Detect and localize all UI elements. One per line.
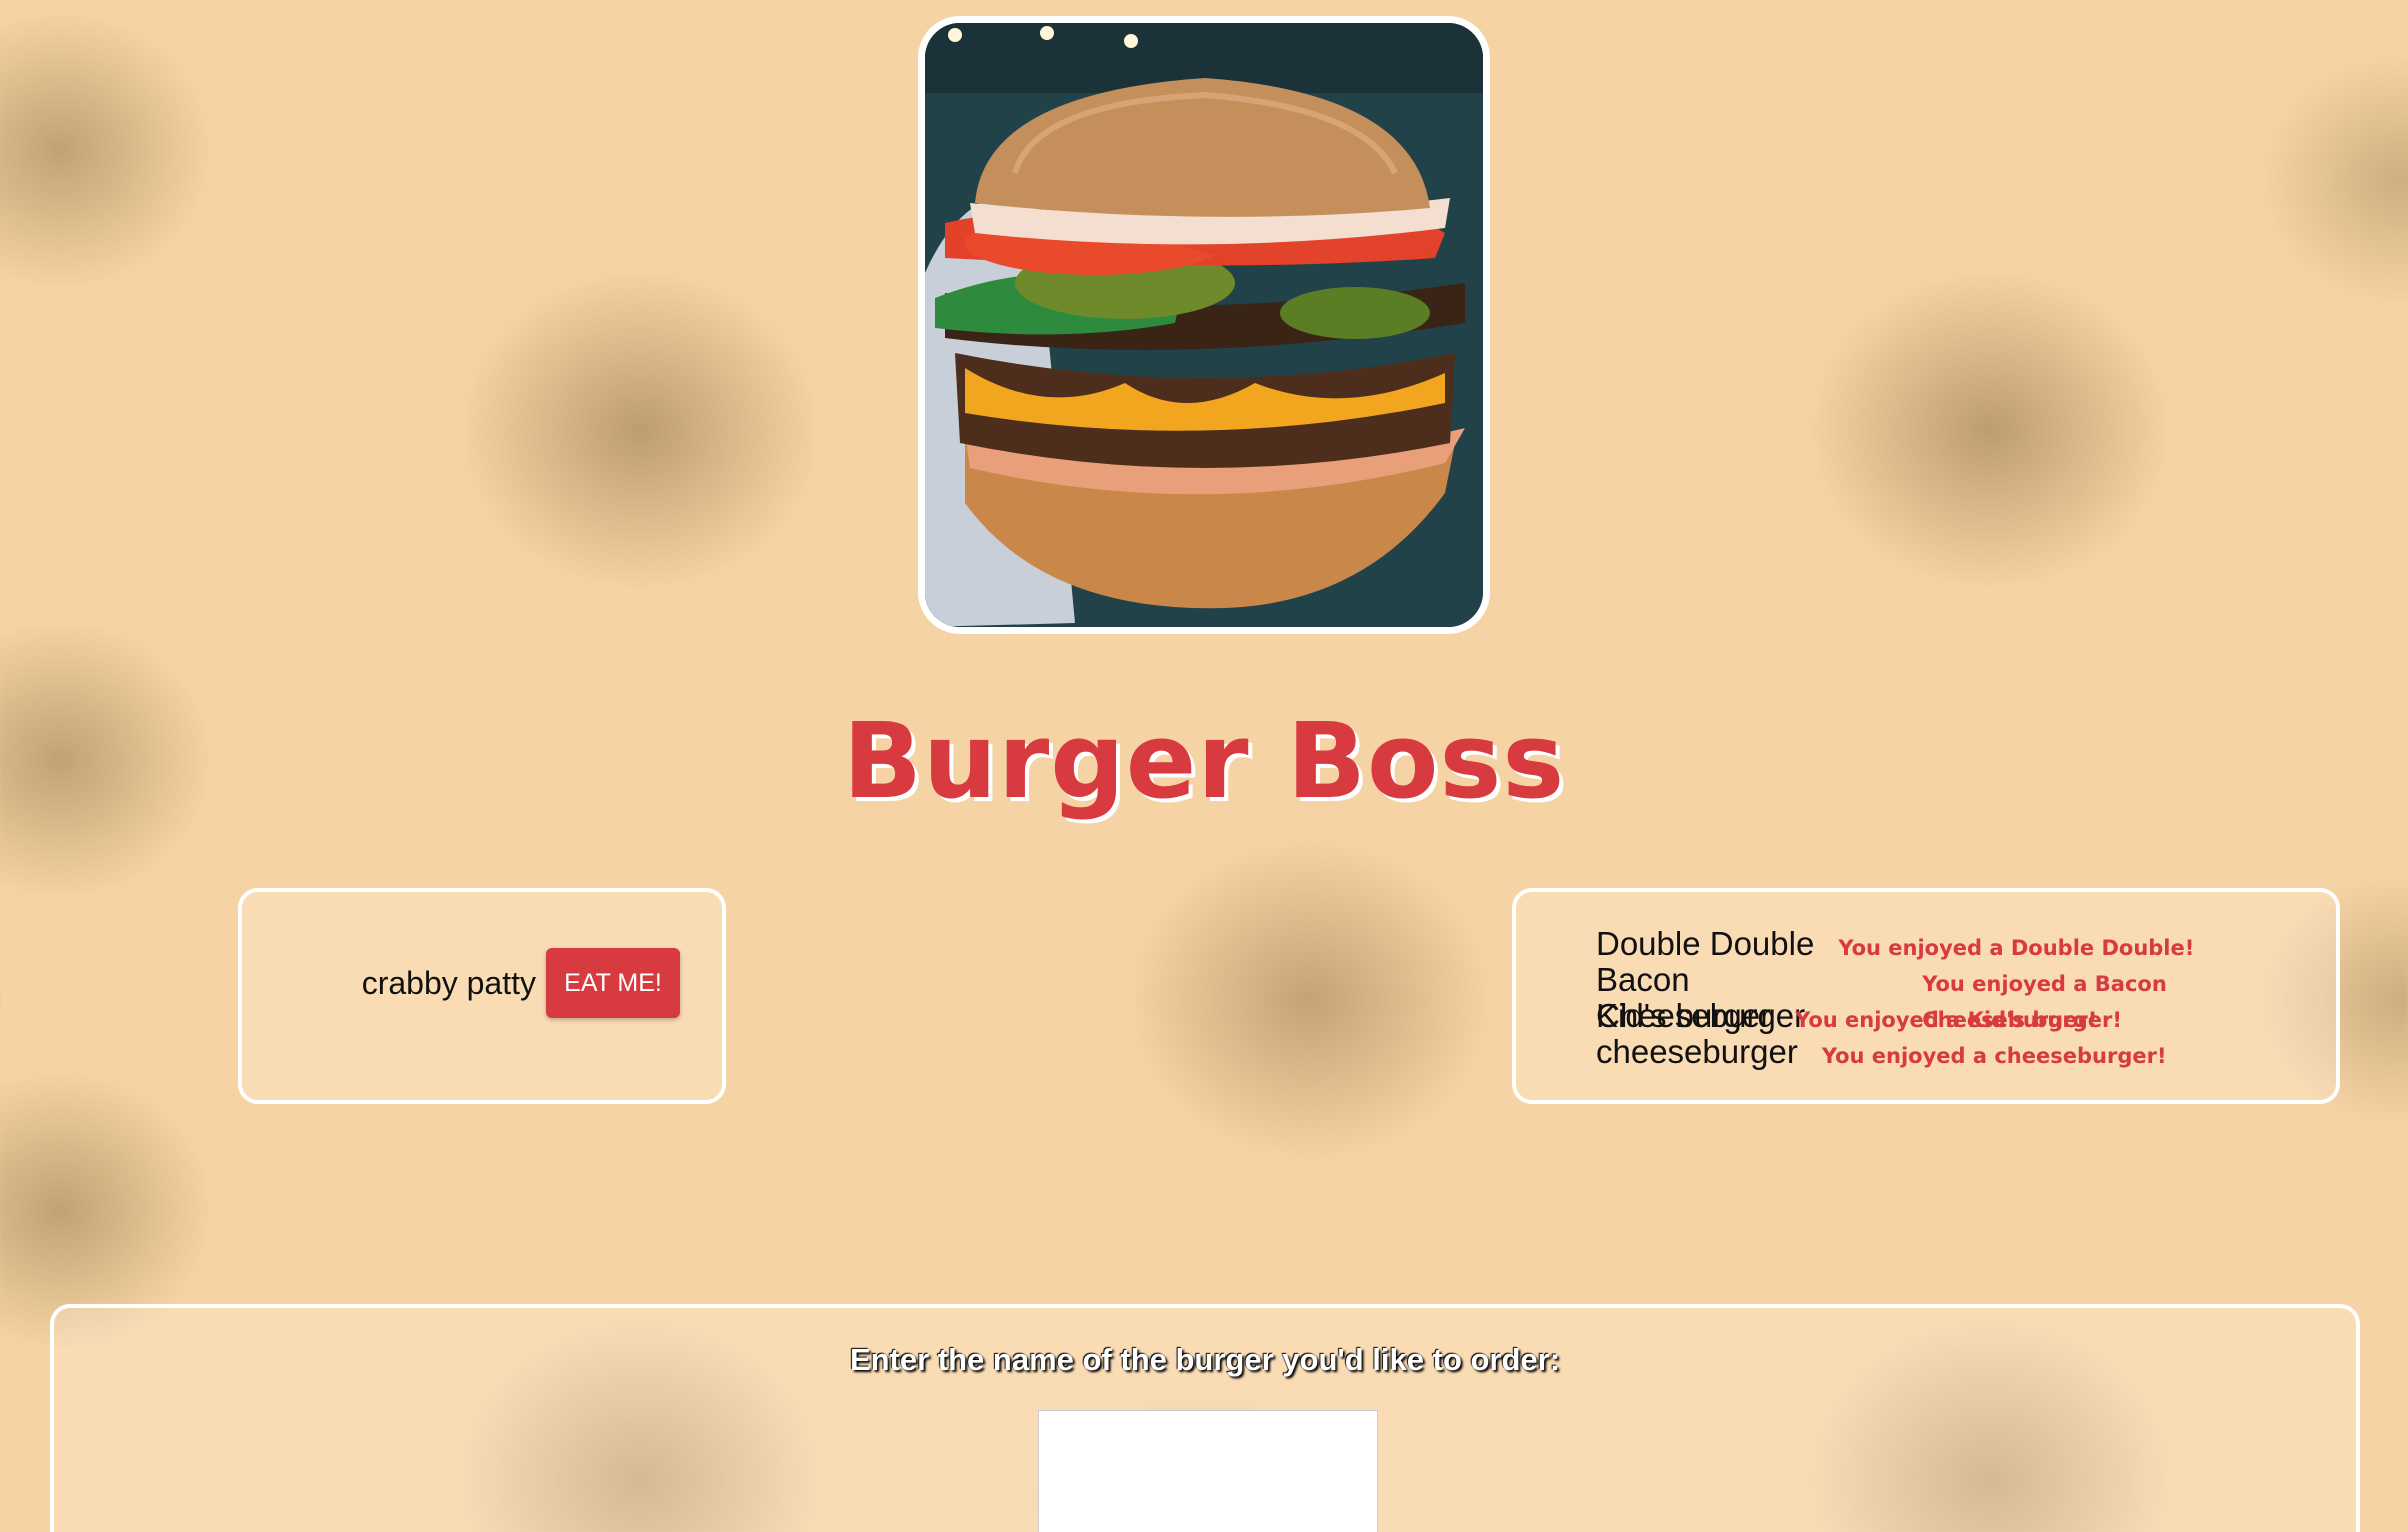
eaten-burgers-panel: Double Double You enjoyed a Double Doubl… [1512, 888, 2340, 1104]
burger-name-input[interactable] [1038, 1410, 1378, 1532]
eaten-burger-item: Double Double You enjoyed a Double Doubl… [1596, 926, 2336, 962]
order-form-label: Enter the name of the burger you'd like … [849, 1342, 1561, 1377]
eaten-burger-item: Bacon Cheeseburger You enjoyed a Bacon C… [1596, 962, 2336, 1034]
eaten-burger-name: cheeseburger [1596, 1033, 1798, 1070]
app-title: Burger Boss [842, 700, 1566, 822]
eaten-burger-message: You enjoyed a Double Double! [1838, 936, 2195, 960]
burger-photo-graphic [925, 23, 1483, 627]
eaten-burgers-list: Double Double You enjoyed a Double Doubl… [1596, 926, 2336, 1070]
eat-me-button[interactable]: EAT ME! [546, 948, 680, 1018]
eaten-burger-message: You enjoyed a Kid's burger! [1795, 1008, 2122, 1032]
eaten-burger-name: Kid's burger [1596, 997, 1772, 1034]
uneaten-burger-row: crabby patty EAT ME! [242, 948, 722, 1018]
burger-hero-image [918, 16, 1490, 634]
order-form-panel: Enter the name of the burger you'd like … [50, 1304, 2360, 1532]
uneaten-burger-name: crabby patty [361, 964, 536, 1001]
eaten-burger-message: You enjoyed a cheeseburger! [1821, 1044, 2167, 1068]
uneaten-burgers-panel: crabby patty EAT ME! [238, 888, 726, 1104]
eaten-burger-name: Double Double [1596, 925, 1815, 962]
eaten-burger-item: cheeseburger You enjoyed a cheeseburger! [1596, 1034, 2336, 1070]
